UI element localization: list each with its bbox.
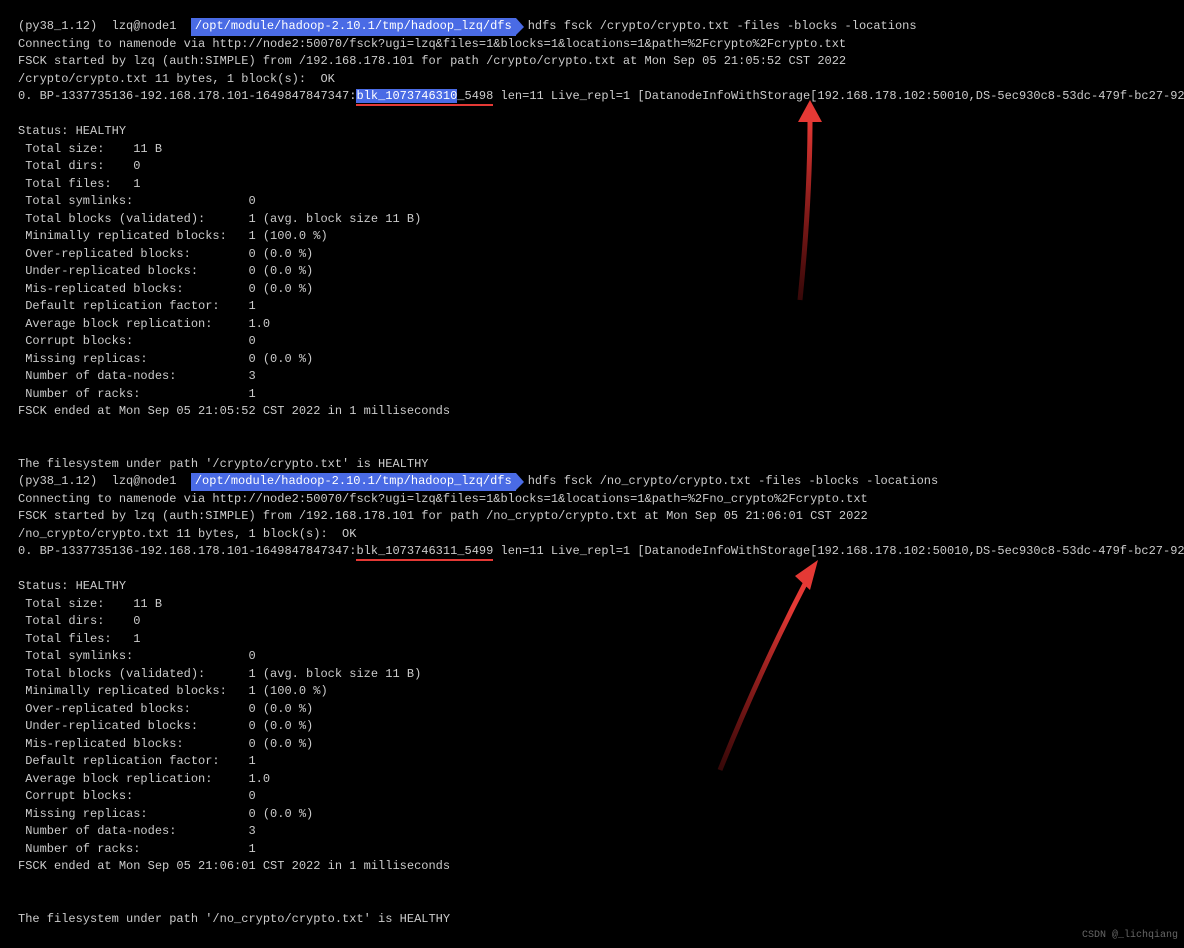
stat-line: Minimally replicated blocks: 1 (100.0 %)	[18, 228, 1166, 246]
block-id-highlight: blk_1073746310	[356, 89, 457, 103]
stat-line: Over-replicated blocks: 0 (0.0 %)	[18, 701, 1166, 719]
fsck-ended: FSCK ended at Mon Sep 05 21:06:01 CST 20…	[18, 858, 1166, 876]
bp-prefix: 0. BP-1337735136-192.168.178.101-1649847…	[18, 89, 356, 103]
stat-line: Mis-replicated blocks: 0 (0.0 %)	[18, 736, 1166, 754]
blank	[18, 106, 1166, 124]
stat-line: Total symlinks: 0	[18, 648, 1166, 666]
stat-line: Total dirs: 0	[18, 613, 1166, 631]
prompt-command: hdfs fsck /crypto/crypto.txt -files -blo…	[528, 19, 917, 33]
block-id-underlined: blk_1073746311_5499	[356, 544, 493, 561]
blank	[18, 421, 1166, 439]
stat-line: Average block replication: 1.0	[18, 771, 1166, 789]
stat-line: Average block replication: 1.0	[18, 316, 1166, 334]
status: Status: HEALTHY	[18, 578, 1166, 596]
stat-line: Minimally replicated blocks: 1 (100.0 %)	[18, 683, 1166, 701]
block-id-suffix: _5498	[457, 89, 493, 103]
healthy: The filesystem under path '/no_crypto/cr…	[18, 911, 1166, 929]
blank	[18, 876, 1166, 894]
out-block-line: 0. BP-1337735136-192.168.178.101-1649847…	[18, 88, 1166, 106]
bp-suffix: len=11 Live_repl=1 [DatanodeInfoWithStor…	[493, 89, 1184, 103]
stat-line: Mis-replicated blocks: 0 (0.0 %)	[18, 281, 1166, 299]
prompt-env: (py38_1.12)	[18, 19, 97, 33]
stat-line: Default replication factor: 1	[18, 298, 1166, 316]
out-file: /crypto/crypto.txt 11 bytes, 1 block(s):…	[18, 71, 1166, 89]
stat-line: Corrupt blocks: 0	[18, 788, 1166, 806]
terminal-block-2: (py38_1.12) lzq@node1 /opt/module/hadoop…	[18, 473, 1166, 928]
prompt-user: lzq@node1	[112, 474, 177, 488]
status: Status: HEALTHY	[18, 123, 1166, 141]
stat-line: Number of racks: 1	[18, 841, 1166, 859]
out-started: FSCK started by lzq (auth:SIMPLE) from /…	[18, 508, 1166, 526]
prompt-env: (py38_1.12)	[18, 474, 97, 488]
stat-line: Total size: 11 B	[18, 596, 1166, 614]
stat-line: Under-replicated blocks: 0 (0.0 %)	[18, 263, 1166, 281]
out-started: FSCK started by lzq (auth:SIMPLE) from /…	[18, 53, 1166, 71]
stat-line: Number of racks: 1	[18, 386, 1166, 404]
blank	[18, 561, 1166, 579]
watermark: CSDN @_lichqiang	[1082, 927, 1178, 945]
out-connect: Connecting to namenode via http://node2:…	[18, 491, 1166, 509]
stat-line: Total symlinks: 0	[18, 193, 1166, 211]
prompt-line-2[interactable]: (py38_1.12) lzq@node1 /opt/module/hadoop…	[18, 473, 1166, 491]
stat-line: Corrupt blocks: 0	[18, 333, 1166, 351]
stat-line: Missing replicas: 0 (0.0 %)	[18, 351, 1166, 369]
stat-line: Total files: 1	[18, 631, 1166, 649]
stat-line: Number of data-nodes: 3	[18, 823, 1166, 841]
prompt-command: hdfs fsck /no_crypto/crypto.txt -files -…	[528, 474, 938, 488]
out-connect: Connecting to namenode via http://node2:…	[18, 36, 1166, 54]
stat-line: Under-replicated blocks: 0 (0.0 %)	[18, 718, 1166, 736]
healthy: The filesystem under path '/crypto/crypt…	[18, 456, 1166, 474]
stat-line: Total files: 1	[18, 176, 1166, 194]
out-block-line: 0. BP-1337735136-192.168.178.101-1649847…	[18, 543, 1166, 561]
block-id-underlined: blk_1073746310_5498	[356, 89, 493, 106]
out-file: /no_crypto/crypto.txt 11 bytes, 1 block(…	[18, 526, 1166, 544]
blank	[18, 893, 1166, 911]
prompt-line-1[interactable]: (py38_1.12) lzq@node1 /opt/module/hadoop…	[18, 18, 1166, 36]
prompt-path: /opt/module/hadoop-2.10.1/tmp/hadoop_lzq…	[191, 473, 516, 491]
stat-line: Number of data-nodes: 3	[18, 368, 1166, 386]
stat-line: Total size: 11 B	[18, 141, 1166, 159]
prompt-user: lzq@node1	[112, 19, 177, 33]
bp-prefix: 0. BP-1337735136-192.168.178.101-1649847…	[18, 544, 356, 558]
stat-line: Missing replicas: 0 (0.0 %)	[18, 806, 1166, 824]
stat-line: Total dirs: 0	[18, 158, 1166, 176]
prompt-path: /opt/module/hadoop-2.10.1/tmp/hadoop_lzq…	[191, 18, 516, 36]
stat-line: Total blocks (validated): 1 (avg. block …	[18, 666, 1166, 684]
terminal-block-1: (py38_1.12) lzq@node1 /opt/module/hadoop…	[18, 18, 1166, 473]
bp-suffix: len=11 Live_repl=1 [DatanodeInfoWithStor…	[493, 544, 1184, 558]
stat-line: Over-replicated blocks: 0 (0.0 %)	[18, 246, 1166, 264]
blank	[18, 438, 1166, 456]
stat-line: Total blocks (validated): 1 (avg. block …	[18, 211, 1166, 229]
fsck-ended: FSCK ended at Mon Sep 05 21:05:52 CST 20…	[18, 403, 1166, 421]
stat-line: Default replication factor: 1	[18, 753, 1166, 771]
